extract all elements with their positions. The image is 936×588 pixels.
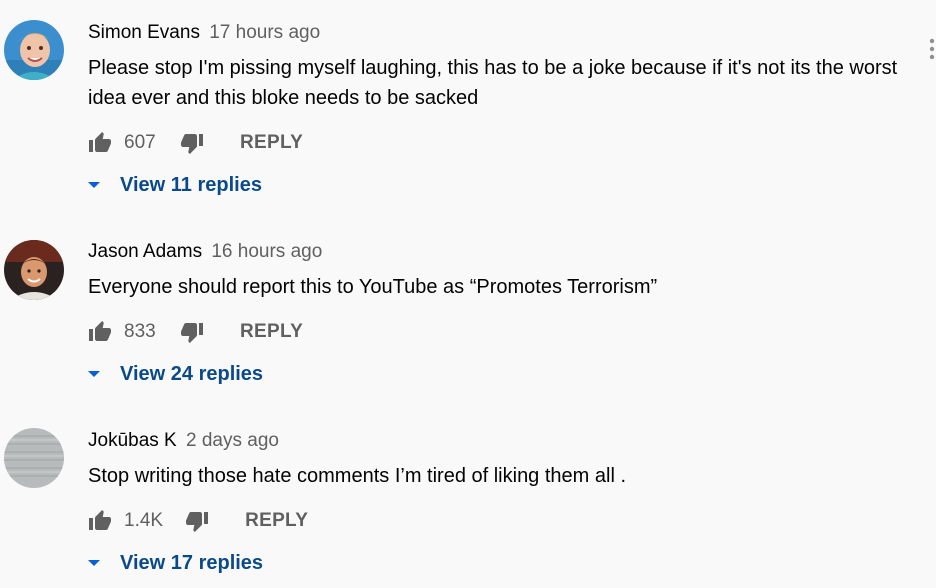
thumbs-up-icon[interactable] [88,320,112,344]
comment-actions: 1.4K REPLY [88,507,308,535]
man-photo-avatar-icon [4,240,64,300]
view-replies-button[interactable]: View 24 replies [88,360,263,388]
view-replies-button[interactable]: View 17 replies [88,549,263,577]
thumbs-down-icon[interactable] [180,131,204,155]
grey-static-avatar-icon [4,428,64,488]
view-replies-button[interactable]: View 11 replies [88,171,262,199]
comment-timestamp[interactable]: 2 days ago [186,430,279,451]
view-replies-label: View 11 replies [120,173,262,196]
author-name[interactable]: Jason Adams [88,241,202,262]
comment-header: Jason Adams 16 hours ago [88,240,322,264]
comment-actions: 833 REPLY [88,318,303,346]
chevron-down-icon [88,560,100,566]
kebab-menu-icon[interactable] [928,38,936,60]
avatar[interactable] [4,20,64,80]
view-replies-label: View 24 replies [120,362,264,385]
chevron-down-icon [88,371,100,377]
comment-timestamp[interactable]: 17 hours ago [209,22,320,43]
reply-button[interactable]: REPLY [240,321,303,343]
like-count: 1.4K [124,510,164,531]
comment-actions: 607 REPLY [88,129,303,157]
avatar[interactable] [4,240,64,300]
thumbs-down-icon[interactable] [180,320,204,344]
comment-text: Please stop I'm pissing myself laughing,… [88,57,898,109]
thumbs-down-icon[interactable] [185,509,209,533]
author-name[interactable]: Jokūbas K [88,430,177,451]
reply-button[interactable]: REPLY [240,132,303,154]
thumbs-up-icon[interactable] [88,509,112,533]
comment-header: Simon Evans 17 hours ago [88,21,320,45]
comment-text: Stop writing those hate comments I’m tir… [88,465,627,487]
chevron-down-icon [88,182,100,188]
comment-timestamp[interactable]: 16 hours ago [211,241,322,262]
avatar[interactable] [4,428,64,488]
like-count: 607 [124,132,156,153]
author-name[interactable]: Simon Evans [88,22,200,43]
child-photo-avatar-icon [4,20,64,80]
thumbs-up-icon[interactable] [88,131,112,155]
like-count: 833 [124,321,156,342]
view-replies-label: View 17 replies [120,551,264,574]
reply-button[interactable]: REPLY [245,510,308,532]
comment-header: Jokūbas K 2 days ago [88,429,279,453]
comment-text: Everyone should report this to YouTube a… [88,276,658,298]
